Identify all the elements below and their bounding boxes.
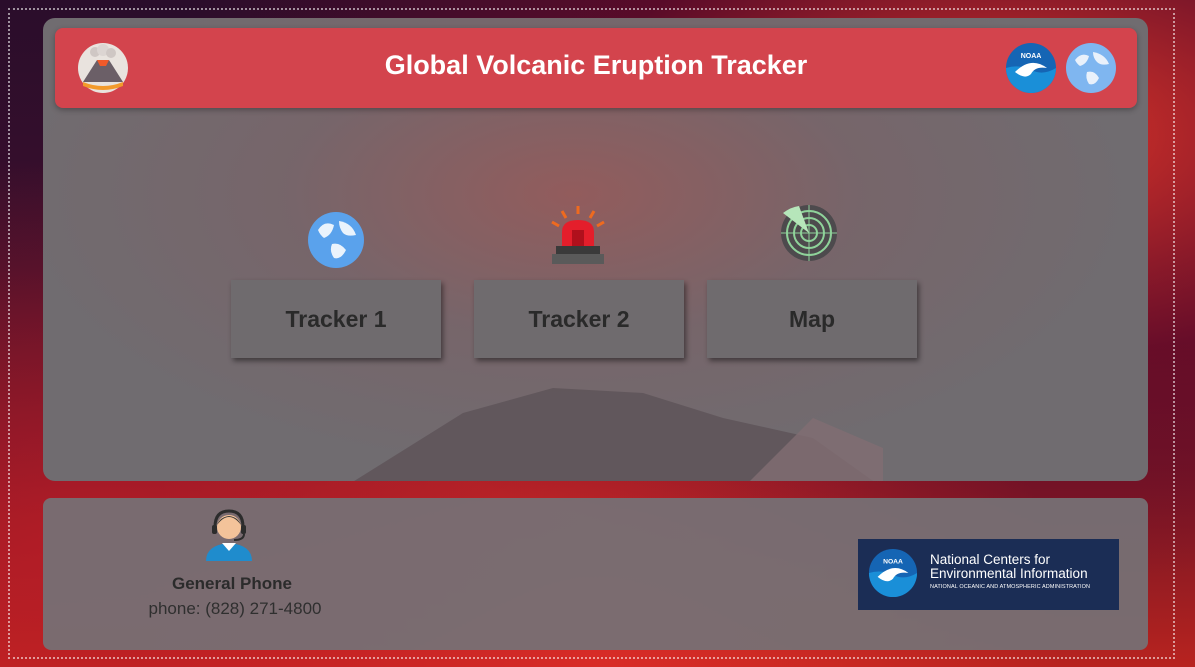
map-button[interactable]: Map	[707, 280, 917, 358]
ncei-subtitle: NATIONAL OCEANIC AND ATMOSPHERIC ADMINIS…	[930, 584, 1091, 590]
page-title: Global Volcanic Eruption Tracker	[384, 50, 808, 80]
contact-title: General Phone	[172, 574, 292, 593]
radar-icon	[781, 205, 837, 261]
tracker-1-button[interactable]: Tracker 1	[231, 280, 441, 358]
noaa-logo: NOAA	[868, 548, 918, 598]
support-agent-icon	[206, 509, 252, 561]
svg-text:NOAA: NOAA	[1021, 53, 1042, 60]
svg-text:NOAA: NOAA	[883, 558, 903, 565]
noaa-logo: NOAA	[1006, 43, 1056, 93]
ncei-name-line2: Environmental Information	[930, 566, 1088, 581]
ncei-name-line1: National Centers for	[930, 552, 1051, 567]
siren-icon	[551, 206, 605, 264]
contact-phone[interactable]: phone: (828) 271-4800	[110, 599, 360, 619]
globe-icon	[1066, 43, 1116, 93]
globe-icon	[308, 212, 364, 268]
volcano-background-image	[354, 388, 883, 481]
header-bar: Global Volcanic Eruption Tracker NOAA	[55, 28, 1137, 108]
ncei-banner[interactable]: NOAA National Centers for Environmental …	[858, 539, 1119, 610]
tracker-2-button[interactable]: Tracker 2	[474, 280, 684, 358]
